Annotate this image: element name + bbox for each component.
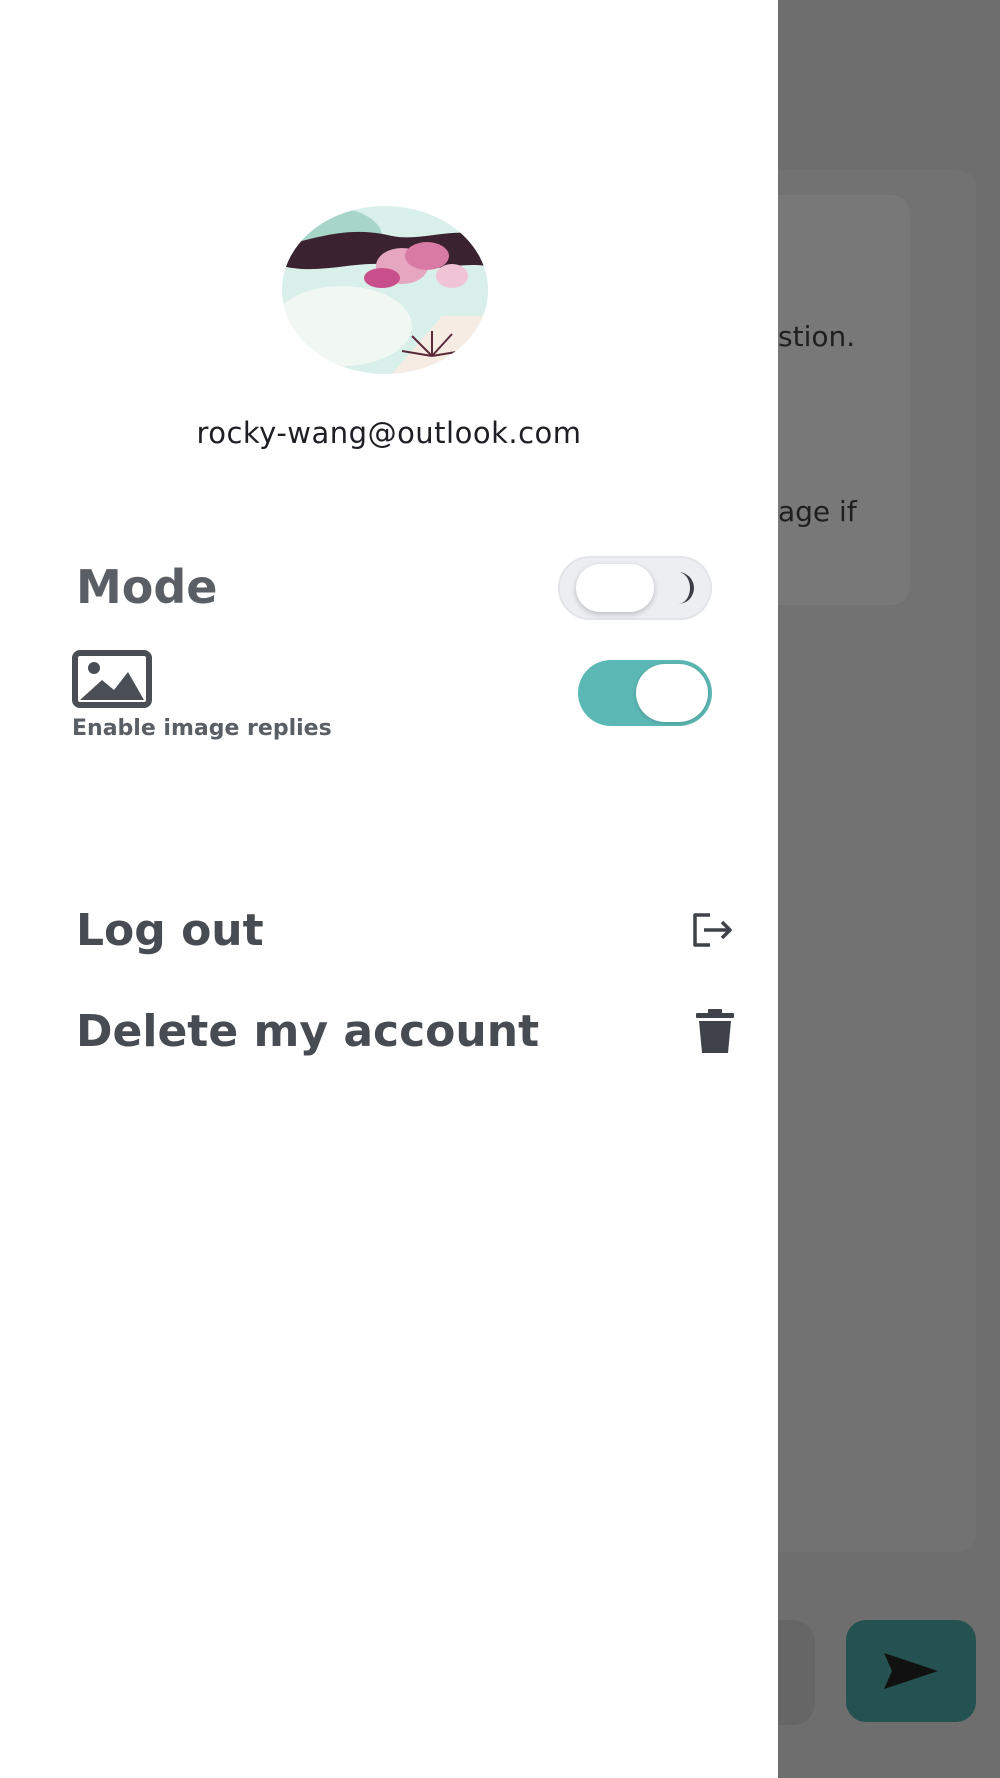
moon-icon	[678, 572, 694, 604]
toggle-knob	[636, 664, 708, 722]
mode-label: Mode	[76, 560, 218, 614]
avatar[interactable]	[282, 206, 488, 374]
message-text-fragment: age if	[778, 495, 857, 528]
message-text-fragment: stion.	[778, 320, 856, 353]
delete-account-label: Delete my account	[76, 1005, 540, 1057]
side-drawer: rocky-wang@outlook.com Mode Enable image…	[0, 0, 778, 1778]
logout-button[interactable]: Log out	[76, 895, 736, 965]
image-replies-toggle[interactable]	[578, 660, 712, 726]
trash-icon	[696, 1009, 734, 1053]
user-email: rocky-wang@outlook.com	[196, 416, 582, 450]
logout-icon	[693, 913, 732, 947]
dark-mode-toggle[interactable]	[558, 556, 712, 620]
send-icon	[884, 1653, 938, 1689]
delete-account-button[interactable]: Delete my account	[76, 996, 736, 1066]
logout-label: Log out	[76, 904, 264, 956]
send-button[interactable]	[846, 1620, 976, 1722]
toggle-knob	[576, 564, 654, 612]
image-icon	[72, 650, 152, 708]
image-replies-label: Enable image replies	[72, 716, 332, 741]
